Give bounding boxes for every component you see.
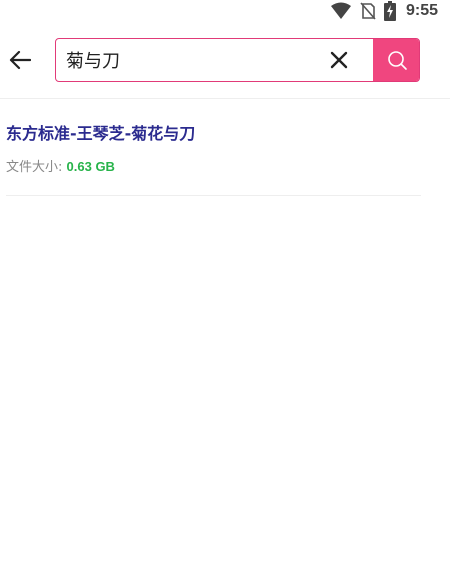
search-button[interactable] (373, 39, 419, 81)
search-box (55, 38, 420, 82)
clear-button[interactable] (327, 48, 351, 72)
search-toolbar (0, 38, 450, 86)
no-sim-icon (360, 2, 376, 20)
status-time: 9:55 (405, 2, 438, 19)
status-bar: 9:55 (0, 0, 450, 26)
close-icon (330, 51, 348, 69)
search-input[interactable] (66, 39, 316, 80)
file-size-label: 文件大小: (6, 160, 63, 175)
result-size: 文件大小: 0.63 GB (6, 156, 115, 175)
battery-charging-icon (383, 1, 396, 21)
list-item[interactable]: 东方标准-王琴芝-菊花与刀 文件大小: 0.63 GB (0, 112, 421, 196)
wifi-icon (330, 2, 352, 20)
back-button[interactable] (6, 46, 34, 74)
arrow-left-icon (9, 50, 31, 70)
list-divider (6, 195, 421, 196)
file-size-value: 0.63 GB (66, 159, 115, 174)
search-icon (387, 51, 407, 70)
result-title: 东方标准-王琴芝-菊花与刀 (6, 124, 196, 143)
toolbar-divider (0, 98, 450, 99)
status-icons: 9:55 (330, 0, 438, 22)
